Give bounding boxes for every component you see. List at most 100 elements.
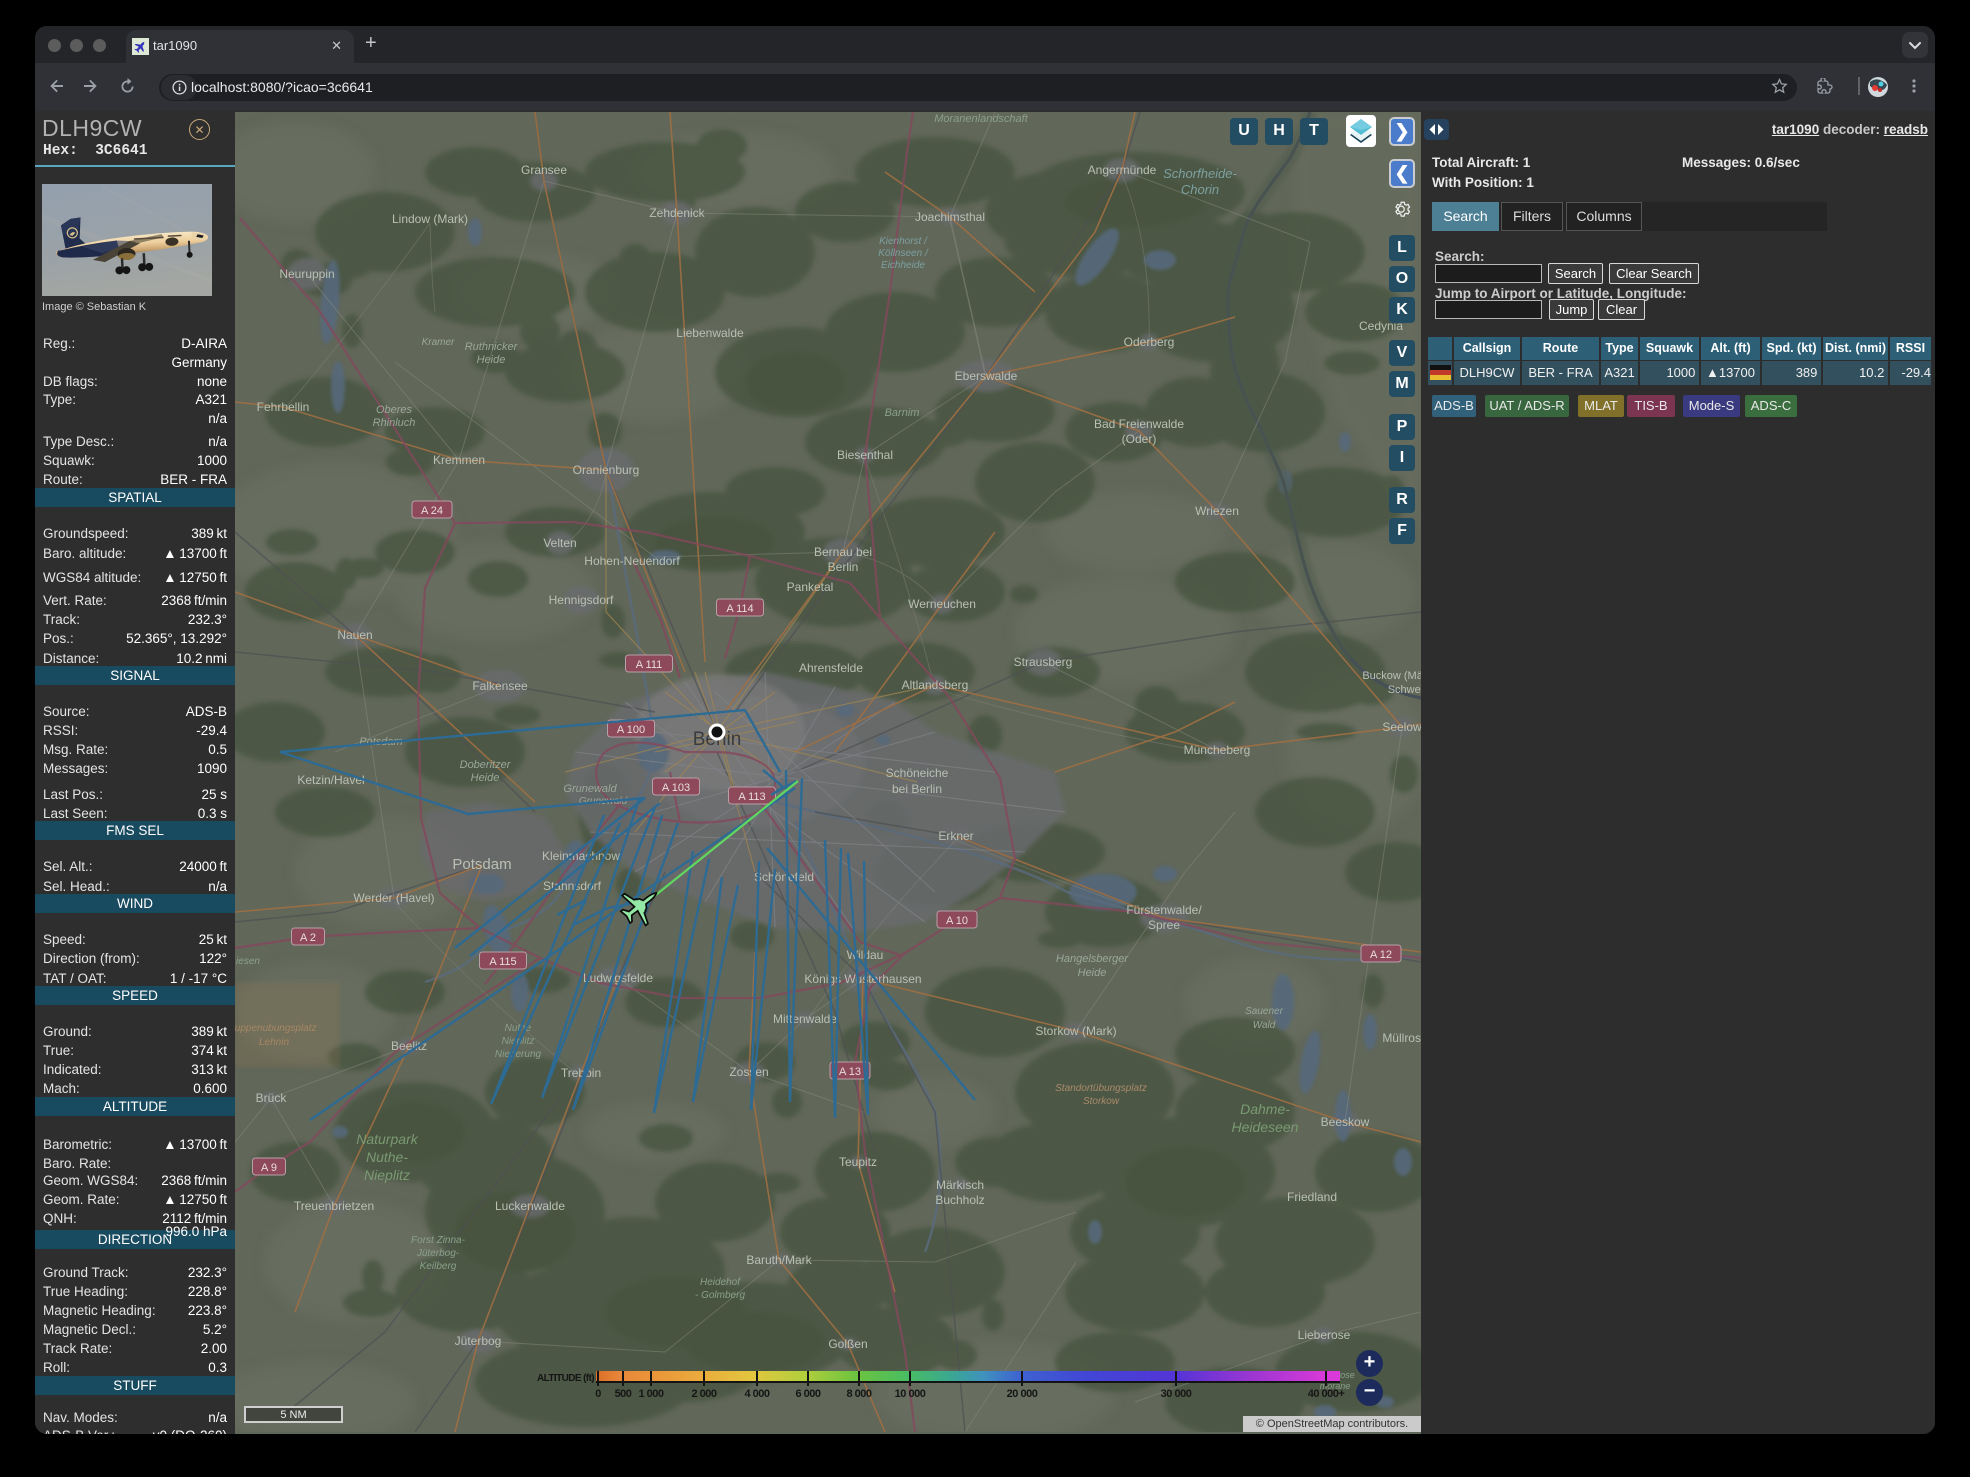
svg-text:A 2: A 2 (300, 932, 316, 944)
svg-text:Standortübungsplatz: Standortübungsplatz (1055, 1083, 1147, 1094)
svg-text:Brück: Brück (256, 1091, 288, 1105)
svg-text:Panketal: Panketal (787, 580, 834, 594)
svg-text:Heide: Heide (477, 354, 506, 366)
svg-text:- Golmberg: - Golmberg (695, 1290, 745, 1301)
svg-text:Teupitz: Teupitz (839, 1155, 877, 1169)
svg-text:Lindow (Mark): Lindow (Mark) (392, 212, 468, 226)
svg-text:Bad Freienwalde: Bad Freienwalde (1094, 417, 1184, 431)
svg-text:Schönefeld: Schönefeld (754, 870, 814, 884)
svg-text:Mittenwalde: Mittenwalde (773, 1012, 837, 1026)
svg-text:Ruthnicker: Ruthnicker (465, 341, 519, 353)
svg-text:A 115: A 115 (489, 956, 516, 968)
svg-text:Liebenwalde: Liebenwalde (676, 326, 744, 340)
svg-text:Keilberg: Keilberg (420, 1261, 457, 1272)
svg-text:A 103: A 103 (662, 782, 690, 794)
svg-text:Werder (Havel): Werder (Havel) (353, 891, 434, 905)
svg-text:Bernau bei: Bernau bei (814, 545, 872, 559)
svg-text:Kramer: Kramer (422, 337, 455, 348)
svg-text:Trebbin: Trebbin (561, 1066, 601, 1080)
svg-text:Zehdenick: Zehdenick (649, 206, 705, 220)
svg-text:Naturpark: Naturpark (356, 1131, 418, 1147)
svg-text:Eichheide: Eichheide (881, 260, 925, 271)
svg-text:A 13: A 13 (839, 1066, 861, 1078)
svg-text:Heide: Heide (1078, 967, 1107, 979)
svg-text:Oberes: Oberes (376, 404, 413, 416)
svg-text:A 24: A 24 (421, 505, 443, 517)
svg-text:Luckenwalde: Luckenwalde (495, 1199, 565, 1213)
svg-text:Kleinmachnow: Kleinmachnow (542, 849, 620, 863)
svg-text:Moranenlandschaft: Moranenlandschaft (934, 113, 1029, 125)
svg-text:Fehrbellin: Fehrbellin (257, 400, 310, 414)
svg-text:Kremmen: Kremmen (433, 453, 485, 467)
svg-text:Märkisch: Märkisch (936, 1178, 984, 1192)
svg-text:Hangelsberger: Hangelsberger (1056, 953, 1129, 965)
svg-text:Biesenthal: Biesenthal (837, 448, 893, 462)
svg-text:A 113: A 113 (738, 791, 765, 803)
svg-text:Erkner: Erkner (938, 829, 973, 843)
svg-text:Storkow (Mark): Storkow (Mark) (1035, 1024, 1116, 1038)
svg-text:Eberswalde: Eberswalde (955, 369, 1018, 383)
svg-text:Nuthe-: Nuthe- (366, 1149, 408, 1165)
svg-text:Doberitzer: Doberitzer (460, 759, 512, 771)
svg-text:Seelow: Seelow (1382, 720, 1421, 734)
svg-text:Velten: Velten (543, 536, 576, 550)
svg-text:Wald: Wald (1253, 1020, 1276, 1031)
svg-text:Rhinluch: Rhinluch (373, 417, 416, 429)
svg-text:Chorin: Chorin (1181, 182, 1219, 197)
svg-text:Heideseen: Heideseen (1232, 1119, 1299, 1135)
svg-text:Jüterbog: Jüterbog (455, 1334, 502, 1348)
svg-text:Treuenbrietzen: Treuenbrietzen (294, 1199, 374, 1213)
svg-text:Hohen-Neuendorf: Hohen-Neuendorf (584, 554, 680, 568)
svg-text:Buchholz: Buchholz (935, 1193, 984, 1207)
svg-text:Ludwigsfelde: Ludwigsfelde (583, 971, 653, 985)
svg-text:Hennigsdorf: Hennigsdorf (549, 593, 614, 607)
svg-text:Altlandsberg: Altlandsberg (902, 678, 969, 692)
svg-text:Spree: Spree (1148, 918, 1180, 932)
svg-text:Baruth/Mark: Baruth/Mark (746, 1253, 812, 1267)
svg-text:Heide: Heide (471, 772, 500, 784)
svg-text:Niederung: Niederung (495, 1049, 542, 1060)
svg-text:A 111: A 111 (636, 659, 663, 671)
svg-text:Müncheberg: Müncheberg (1184, 743, 1251, 757)
svg-text:Lieberose: Lieberose (1298, 1328, 1351, 1342)
svg-text:Potsdam: Potsdam (452, 856, 511, 873)
svg-text:Ahrensfelde: Ahrensfelde (799, 661, 863, 675)
svg-text:Golßen: Golßen (828, 1337, 867, 1351)
svg-text:iesen: iesen (236, 956, 260, 967)
svg-text:Gransee: Gransee (521, 163, 567, 177)
svg-text:Dahme-: Dahme- (1240, 1101, 1290, 1117)
svg-text:Friedland: Friedland (1287, 1190, 1337, 1204)
svg-text:A 100: A 100 (617, 724, 645, 736)
svg-text:Nieplitz: Nieplitz (364, 1167, 410, 1183)
svg-text:A 10: A 10 (946, 915, 968, 927)
svg-text:Werneuchen: Werneuchen (908, 597, 976, 611)
svg-text:bei Berlin: bei Berlin (892, 782, 942, 796)
svg-text:A 12: A 12 (1370, 949, 1392, 961)
svg-text:Falkensee: Falkensee (472, 679, 528, 693)
svg-text:Kienhorst /: Kienhorst / (879, 236, 928, 247)
svg-text:Wriezen: Wriezen (1195, 504, 1239, 518)
svg-text:Strausberg: Strausberg (1014, 655, 1073, 669)
svg-text:Beeskow: Beeskow (1321, 1115, 1370, 1129)
svg-text:Müllrose: Müllrose (1382, 1031, 1421, 1045)
svg-text:Barnim: Barnim (885, 407, 920, 419)
svg-text:(Oder): (Oder) (1122, 432, 1157, 446)
svg-text:Berlin: Berlin (828, 560, 859, 574)
svg-text:Ketzin/Havel: Ketzin/Havel (297, 773, 364, 787)
svg-text:Grunewald: Grunewald (563, 783, 617, 795)
svg-text:Forst Zinna-: Forst Zinna- (411, 1235, 466, 1246)
svg-text:Joachimsthal: Joachimsthal (915, 210, 985, 224)
svg-text:Neuruppin: Neuruppin (279, 267, 334, 281)
svg-text:Zossen: Zossen (729, 1065, 768, 1079)
svg-text:Sauener: Sauener (1245, 1006, 1283, 1017)
svg-text:A 114: A 114 (726, 603, 753, 615)
svg-text:Schöneiche: Schöneiche (886, 766, 949, 780)
svg-text:Köllnseen /: Köllnseen / (878, 248, 929, 259)
svg-text:Schweiz): Schweiz) (1388, 684, 1421, 696)
svg-text:Storkow: Storkow (1083, 1096, 1120, 1107)
svg-text:Jüterbog-: Jüterbog- (416, 1248, 460, 1259)
svg-text:Oderberg: Oderberg (1124, 335, 1175, 349)
svg-text:A 9: A 9 (261, 1162, 277, 1174)
svg-text:Nauen: Nauen (337, 628, 372, 642)
svg-text:Königs Wusterhausen: Königs Wusterhausen (804, 972, 921, 986)
